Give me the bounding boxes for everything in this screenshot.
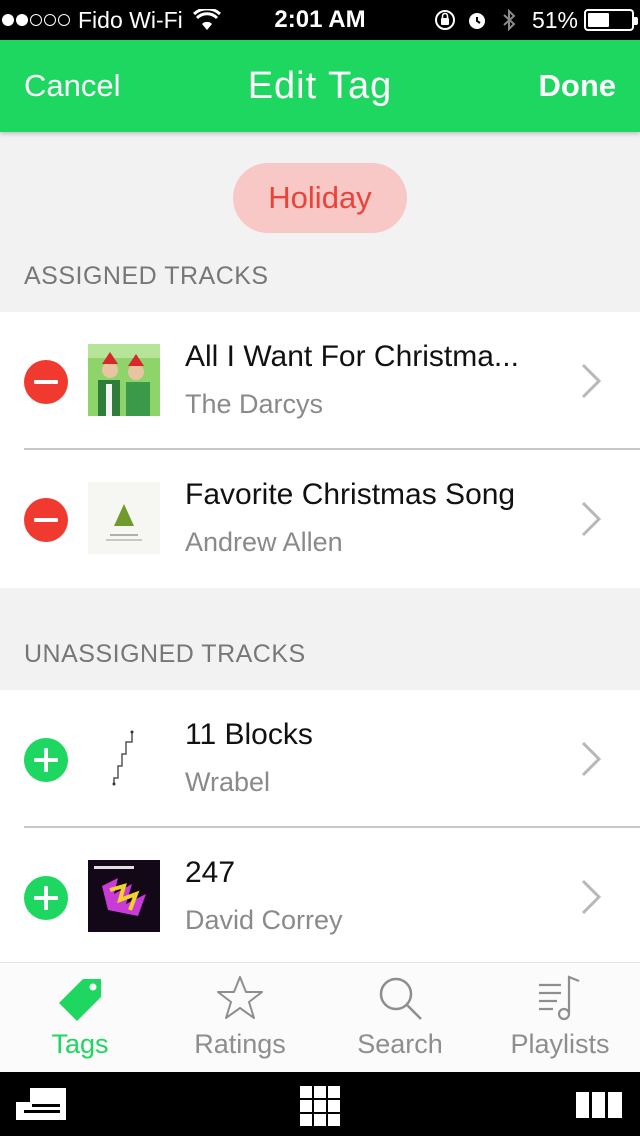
tag-name-pill[interactable]: Holiday [233, 163, 407, 233]
grid-icon[interactable] [300, 1086, 340, 1126]
add-track-button[interactable] [24, 876, 68, 920]
tab-ratings[interactable]: Ratings [160, 963, 320, 1073]
track-row[interactable]: 247 David Correy [0, 828, 640, 962]
status-right: 51% [424, 0, 638, 40]
unassigned-tracks-header: UNASSIGNED TRACKS [24, 640, 306, 668]
chevron-right-icon [581, 501, 602, 537]
remove-track-button[interactable] [24, 498, 68, 542]
alarm-icon [468, 13, 485, 29]
playlist-icon [539, 975, 580, 1021]
add-track-button[interactable] [24, 738, 68, 782]
album-art [88, 482, 160, 554]
system-toolbar [0, 1072, 640, 1136]
chevron-right-icon [581, 879, 602, 915]
track-title: 247 [185, 856, 236, 889]
track-artist: Wrabel [185, 767, 271, 797]
chevron-right-icon [581, 741, 602, 777]
orientation-lock-icon [434, 10, 455, 30]
navigation-bar: Cancel Edit Tag Done [0, 40, 640, 132]
tab-tags[interactable]: Tags [0, 963, 160, 1073]
tab-playlists[interactable]: Playlists [480, 963, 640, 1073]
keyboard-icon[interactable] [16, 1088, 66, 1120]
track-title: 11 Blocks [185, 718, 313, 751]
track-row[interactable]: 11 Blocks Wrabel [0, 690, 640, 828]
tab-bar: Tags Ratings Search Playlists [0, 962, 640, 1072]
unassigned-tracks-list: 11 Blocks Wrabel 247 David Correy [0, 690, 640, 962]
columns-icon[interactable] [576, 1092, 622, 1118]
bluetooth-icon [503, 9, 516, 31]
track-artist: The Darcys [185, 389, 324, 419]
album-art [88, 344, 160, 416]
star-icon [217, 976, 263, 1019]
track-title: Favorite Christmas Song [185, 478, 516, 511]
tab-label: Playlists [510, 1029, 610, 1059]
assigned-tracks-header: ASSIGNED TRACKS [24, 262, 269, 290]
status-bar: Fido Wi-Fi 2:01 AM 51% [0, 0, 640, 40]
track-row[interactable]: All I Want For Christma... The Darcys [0, 312, 640, 450]
track-row[interactable]: Favorite Christmas Song Andrew Allen [0, 450, 640, 588]
tab-search[interactable]: Search [320, 963, 480, 1073]
remove-track-button[interactable] [24, 360, 68, 404]
tab-label: Ratings [194, 1029, 286, 1059]
done-button[interactable]: Done [539, 40, 617, 132]
tag-icon [59, 979, 101, 1021]
tab-label: Search [357, 1029, 443, 1059]
tab-label: Tags [51, 1029, 109, 1059]
battery-icon [584, 9, 638, 31]
search-icon [379, 977, 422, 1020]
album-art [88, 860, 160, 932]
track-artist: Andrew Allen [185, 527, 343, 557]
album-art [88, 722, 160, 794]
track-artist: David Correy [185, 905, 343, 935]
battery-percentage: 51% [531, 6, 578, 33]
assigned-tracks-list: All I Want For Christma... The Darcys Fa… [0, 312, 640, 588]
battery-fill [588, 13, 609, 27]
track-title: All I Want For Christma... [185, 340, 519, 373]
chevron-right-icon [581, 363, 602, 399]
